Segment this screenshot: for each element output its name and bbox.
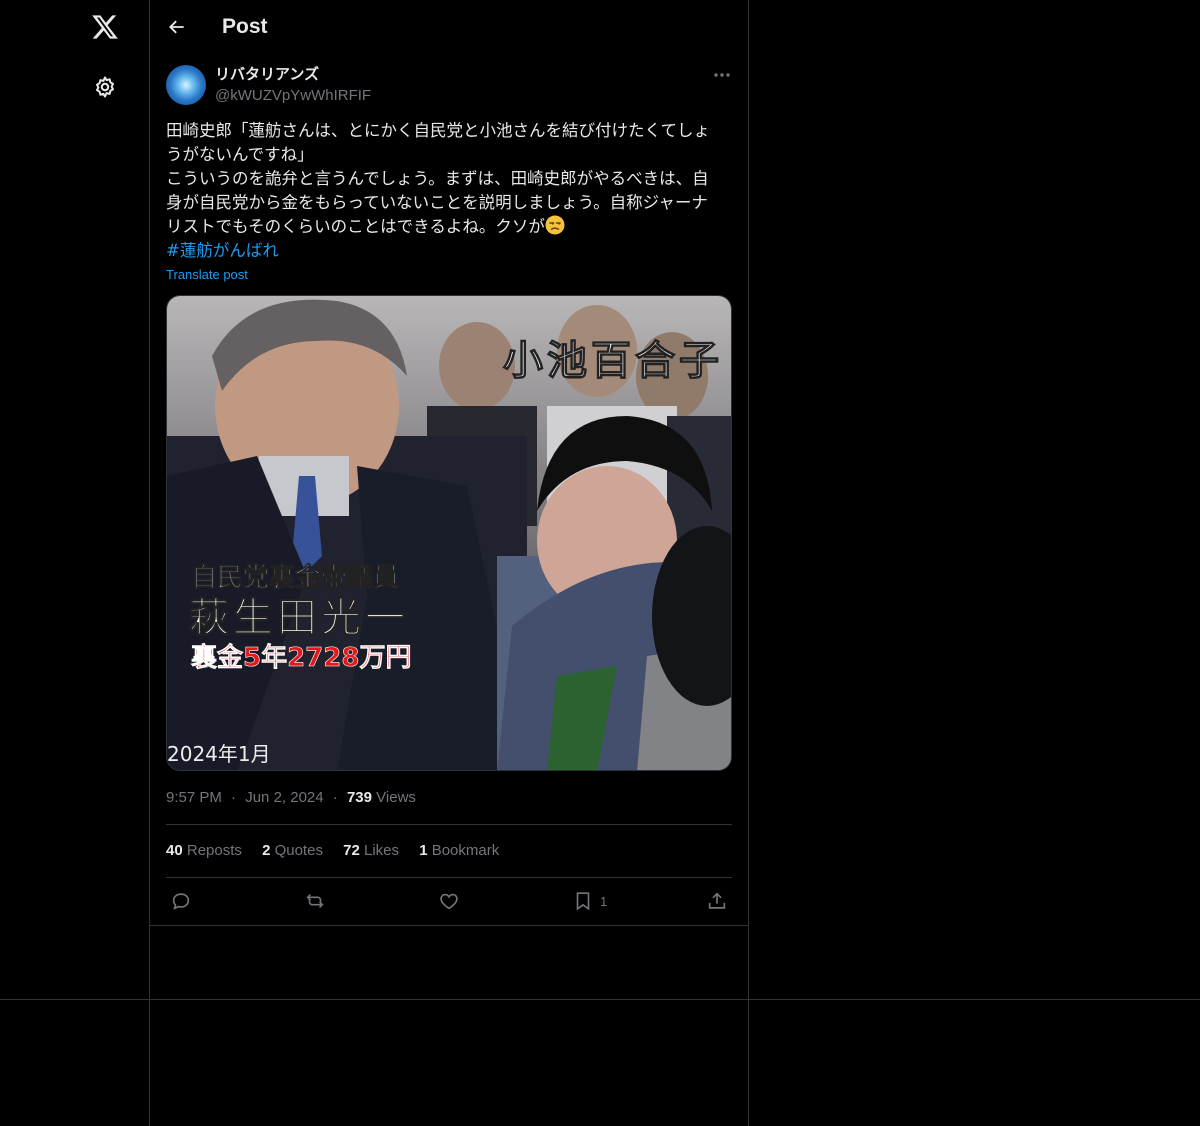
author-display-name[interactable]: リバタリアンズ bbox=[215, 65, 319, 85]
post-line: リストでもそのくらいのことはできるよね。クソが bbox=[166, 217, 545, 236]
reposts-label: Reposts bbox=[186, 842, 242, 859]
bookmark-action-count: 1 bbox=[600, 893, 608, 909]
views-label: Views bbox=[376, 789, 416, 806]
media-name-label: 小池百合子 bbox=[503, 338, 723, 384]
post-metadata: 9:57 PM · Jun 2, 2024 · 739 Views bbox=[166, 788, 416, 808]
more-options-icon[interactable] bbox=[710, 66, 734, 84]
bookmark-button[interactable]: 1 bbox=[572, 889, 607, 913]
action-bar: 1 bbox=[166, 889, 734, 913]
post-line: 田崎史郎「蓮舫さんは、とにかく自民党と小池さんを結び付けたくてしょ bbox=[166, 121, 711, 140]
hashtag-link[interactable]: #蓮舫がんばれ bbox=[166, 239, 279, 263]
left-nav bbox=[0, 0, 150, 1126]
post-time[interactable]: 9:57 PM bbox=[166, 789, 222, 806]
reply-button[interactable] bbox=[170, 889, 192, 913]
header: Post bbox=[150, 0, 748, 54]
likes-label: Likes bbox=[363, 842, 400, 859]
heart-icon bbox=[440, 893, 458, 910]
post-media[interactable]: 小池百合子 自民党裏金壺議員 萩生田光一 裏金5年2728万円 2024年1月 bbox=[166, 295, 732, 771]
repost-button[interactable] bbox=[304, 889, 326, 913]
media-caption-line1: 自民党裏金壺議員 bbox=[191, 562, 399, 593]
quotes-label: Quotes bbox=[274, 842, 323, 859]
divider bbox=[166, 877, 732, 878]
bookmarks-stat[interactable]: 1 Bookmark bbox=[419, 841, 499, 861]
quotes-count: 2 bbox=[262, 842, 271, 859]
unamused-face-icon bbox=[545, 215, 565, 235]
main-column: Post リバタリアンズ @kWUZVpYwWhIRFIF 田崎史郎「蓮舫さんは… bbox=[150, 0, 749, 1126]
share-button[interactable] bbox=[706, 889, 728, 913]
share-icon bbox=[708, 892, 726, 909]
likes-count: 72 bbox=[343, 842, 360, 859]
settings-gear-icon[interactable] bbox=[92, 74, 118, 100]
views-count: 739 bbox=[346, 789, 372, 806]
post-line: 身が自民党から金をもらっていないことを説明しましょう。自称ジャーナ bbox=[166, 193, 708, 212]
page-title: Post bbox=[222, 15, 268, 38]
back-arrow-icon[interactable] bbox=[164, 14, 190, 40]
media-date-label: 2024年1月 bbox=[167, 742, 271, 766]
separator: · bbox=[332, 789, 338, 806]
media-caption-line2: 萩生田光一 bbox=[189, 595, 409, 641]
post-line: うがないんですね」 bbox=[166, 145, 314, 164]
bookmarks-label: Bookmark bbox=[431, 842, 500, 859]
divider bbox=[0, 999, 1200, 1000]
reposts-stat[interactable]: 40 Reposts bbox=[166, 841, 242, 861]
divider bbox=[150, 925, 748, 926]
likes-stat[interactable]: 72 Likes bbox=[343, 841, 399, 861]
engagement-stats: 40 Reposts 2 Quotes 72 Likes 1 Bookmark bbox=[166, 841, 515, 861]
post-date[interactable]: Jun 2, 2024 bbox=[245, 789, 323, 806]
x-logo-icon[interactable] bbox=[90, 12, 120, 42]
translate-post-link[interactable]: Translate post bbox=[166, 266, 248, 284]
reposts-count: 40 bbox=[166, 842, 183, 859]
divider bbox=[166, 824, 732, 825]
media-caption-line3: 裏金5年2728万円 bbox=[191, 642, 411, 673]
author-handle[interactable]: @kWUZVpYwWhIRFIF bbox=[215, 86, 371, 106]
post-line: こういうのを詭弁と言うんでしょう。まずは、田崎史郎がやるべきは、自 bbox=[166, 169, 709, 188]
bookmark-icon bbox=[576, 892, 590, 911]
reply-icon bbox=[172, 893, 190, 910]
avatar[interactable] bbox=[166, 65, 206, 105]
quotes-stat[interactable]: 2 Quotes bbox=[262, 841, 323, 861]
post-line-with-emoji: リストでもそのくらいのことはできるよね。クソが bbox=[166, 215, 734, 239]
bookmarks-count: 1 bbox=[419, 842, 428, 859]
like-button[interactable] bbox=[438, 889, 460, 913]
repost-icon bbox=[306, 893, 324, 909]
separator: · bbox=[231, 789, 237, 806]
post-text: 田崎史郎「蓮舫さんは、とにかく自民党と小池さんを結び付けたくてしょ うがないんで… bbox=[166, 119, 734, 239]
